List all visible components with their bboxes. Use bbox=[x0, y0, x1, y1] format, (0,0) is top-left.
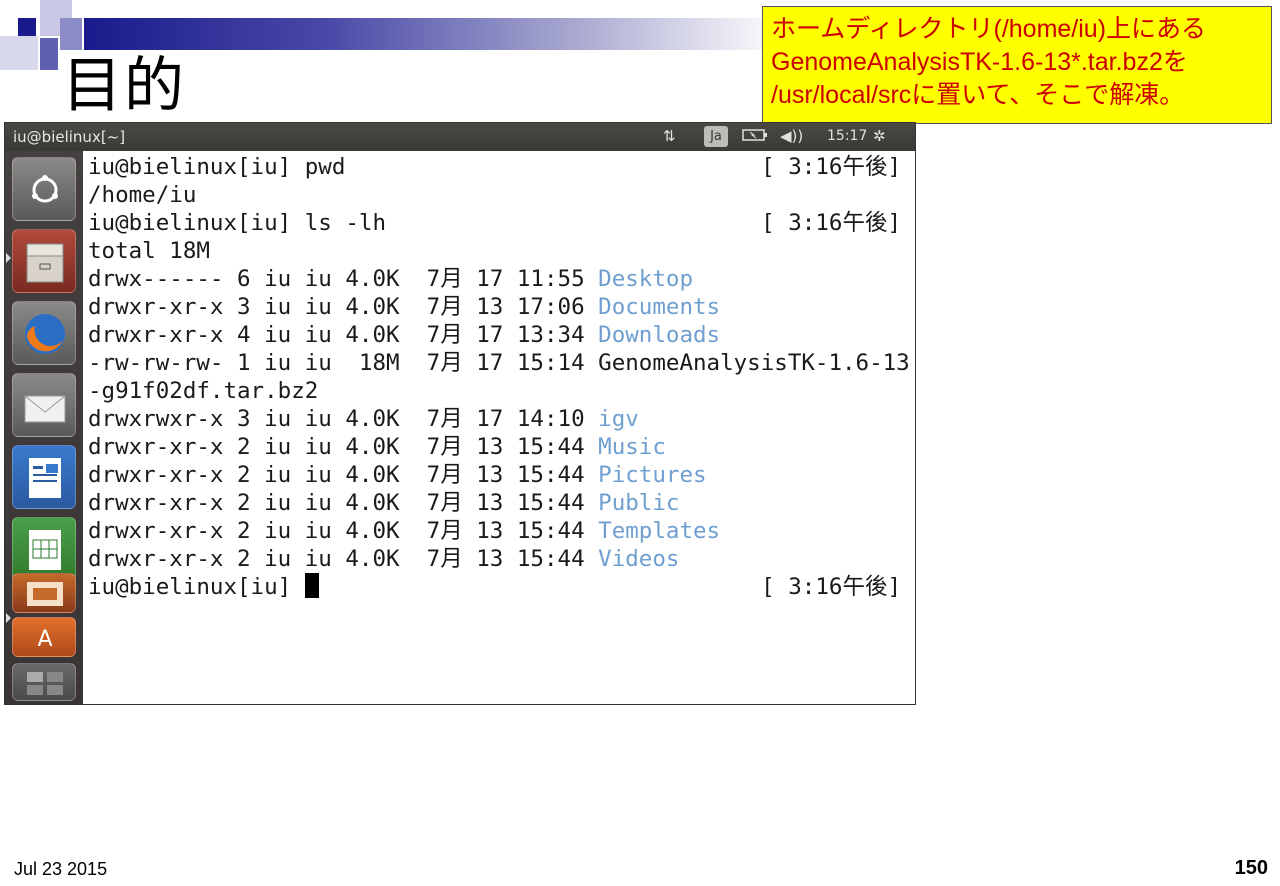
workspace-icon[interactable] bbox=[12, 663, 76, 701]
terminal-output[interactable]: iu@bielinux[iu] pwd [ 3:16午後] /home/iu i… bbox=[85, 153, 915, 703]
header-bar bbox=[84, 18, 784, 50]
directory-name: Desktop bbox=[598, 266, 693, 292]
note-line: GenomeAnalysisTK-1.6-13*.tar.bz2を bbox=[771, 48, 1188, 76]
listing-meta: -rw-rw-rw- 1 iu iu 18M 7月 17 15:14 bbox=[88, 350, 599, 376]
listing-row: drwxrwxr-x 3 iu iu 4.0K 7月 17 14:10 igv bbox=[88, 405, 639, 433]
deco-square-3 bbox=[0, 36, 38, 70]
listing-meta: drwxr-xr-x 2 iu iu 4.0K 7月 13 15:44 bbox=[88, 490, 599, 516]
directory-name: Documents bbox=[598, 294, 721, 320]
deco-square-5 bbox=[60, 18, 82, 50]
listing-meta: drwx------ 6 iu iu 4.0K 7月 17 11:55 bbox=[88, 266, 599, 292]
directory-name: Videos bbox=[598, 546, 680, 572]
timestamp: [ 3:16午後] bbox=[761, 210, 901, 236]
file-name-continued: -g91f02df.tar.bz2 bbox=[88, 378, 319, 404]
note-line: ホームディレクトリ(/home/iu)上にある bbox=[771, 15, 1207, 43]
note-line: /usr/local/srcに置いて、そこで解凍。 bbox=[771, 81, 1185, 109]
slide-title: 目的 bbox=[62, 51, 186, 121]
listing-meta: drwxr-xr-x 2 iu iu 4.0K 7月 13 15:44 bbox=[88, 434, 599, 460]
envelope-icon[interactable] bbox=[12, 373, 76, 437]
file-name: GenomeAnalysisTK-1.6-13 bbox=[598, 350, 910, 376]
directory-name: igv bbox=[598, 406, 639, 432]
window-title: iu@bielinux[~] bbox=[13, 128, 126, 146]
keyboard-layout-indicator[interactable]: Ja bbox=[704, 126, 728, 147]
terminal-window: iu@bielinux[~] ⇅ Ja ◀)) 15:17 ✲ A iu@bie… bbox=[4, 122, 916, 705]
listing-row: drwxr-xr-x 2 iu iu 4.0K 7月 13 15:44 Publ… bbox=[88, 489, 679, 517]
directory-name: Downloads bbox=[598, 322, 721, 348]
ubuntu-logo-icon[interactable] bbox=[12, 157, 76, 221]
spreadsheet-icon[interactable] bbox=[12, 517, 76, 581]
terminal-line: /home/iu bbox=[88, 181, 196, 209]
directory-name: Music bbox=[598, 434, 666, 460]
terminal-line: total 18M bbox=[88, 237, 210, 265]
listing-meta: drwxr-xr-x 3 iu iu 4.0K 7月 13 17:06 bbox=[88, 294, 599, 320]
deco-square-1 bbox=[18, 18, 36, 36]
listing-row: drwxr-xr-x 2 iu iu 4.0K 7月 13 15:44 Musi… bbox=[88, 433, 666, 461]
listing-row: drwxr-xr-x 2 iu iu 4.0K 7月 13 15:44 Vide… bbox=[88, 545, 679, 573]
gear-icon[interactable]: ✲ bbox=[873, 127, 886, 145]
terminal-line: -g91f02df.tar.bz2 bbox=[88, 377, 318, 405]
terminal-line: iu@bielinux[iu] ls -lh bbox=[88, 209, 386, 237]
listing-meta: drwxr-xr-x 4 iu iu 4.0K 7月 17 13:34 bbox=[88, 322, 599, 348]
timestamp: [ 3:16午後] bbox=[761, 154, 901, 180]
directory-name: Public bbox=[598, 490, 680, 516]
timestamp: [ 3:16午後] bbox=[761, 574, 901, 600]
presentation-icon[interactable] bbox=[12, 573, 76, 613]
listing-meta: drwxr-xr-x 2 iu iu 4.0K 7月 13 15:44 bbox=[88, 546, 599, 572]
launcher: A bbox=[5, 151, 83, 704]
listing-row: -rw-rw-rw- 1 iu iu 18M 7月 17 15:14 Genom… bbox=[88, 349, 910, 377]
output-text: /home/iu bbox=[88, 182, 197, 208]
instruction-note: ホームディレクトリ(/home/iu)上にある GenomeAnalysisTK… bbox=[762, 6, 1272, 124]
speaker-icon[interactable]: ◀)) bbox=[780, 127, 803, 145]
active-arrow-icon bbox=[6, 613, 11, 623]
deco-square-4 bbox=[40, 38, 58, 70]
listing-meta: drwxrwxr-x 3 iu iu 4.0K 7月 17 14:10 bbox=[88, 406, 599, 432]
active-arrow-icon bbox=[6, 253, 11, 263]
command-text: iu@bielinux[iu] pwd bbox=[88, 154, 346, 180]
battery-icon[interactable] bbox=[742, 127, 768, 147]
prompt-text: iu@bielinux[iu] bbox=[88, 574, 305, 600]
output-text: total 18M bbox=[88, 238, 210, 264]
firefox-icon[interactable] bbox=[12, 301, 76, 365]
top-panel: iu@bielinux[~] ⇅ Ja ◀)) 15:17 ✲ bbox=[5, 123, 915, 151]
listing-row: drwxr-xr-x 4 iu iu 4.0K 7月 17 13:34 Down… bbox=[88, 321, 720, 349]
svg-text:A: A bbox=[37, 627, 52, 652]
listing-row: drwxr-xr-x 2 iu iu 4.0K 7月 13 15:44 Temp… bbox=[88, 517, 720, 545]
listing-meta: drwxr-xr-x 2 iu iu 4.0K 7月 13 15:44 bbox=[88, 518, 599, 544]
listing-row: drwxr-xr-x 3 iu iu 4.0K 7月 13 17:06 Docu… bbox=[88, 293, 720, 321]
command-text: iu@bielinux[iu] ls -lh bbox=[88, 210, 387, 236]
directory-name: Pictures bbox=[598, 462, 707, 488]
directory-name: Templates bbox=[598, 518, 721, 544]
shopping-bag-icon[interactable]: A bbox=[12, 617, 76, 657]
document-icon[interactable] bbox=[12, 445, 76, 509]
listing-meta: drwxr-xr-x 2 iu iu 4.0K 7月 13 15:44 bbox=[88, 462, 599, 488]
updown-arrows-icon[interactable]: ⇅ bbox=[663, 127, 676, 145]
listing-row: drwxr-xr-x 2 iu iu 4.0K 7月 13 15:44 Pict… bbox=[88, 461, 707, 489]
listing-row: drwx------ 6 iu iu 4.0K 7月 17 11:55 Desk… bbox=[88, 265, 693, 293]
clock[interactable]: 15:17 bbox=[827, 128, 867, 144]
text-cursor bbox=[304, 573, 319, 598]
page-number: 150 bbox=[1234, 857, 1268, 879]
slide-date: Jul 23 2015 bbox=[14, 859, 108, 879]
terminal-line: iu@bielinux[iu] pwd bbox=[88, 153, 345, 181]
prompt-line[interactable]: iu@bielinux[iu] bbox=[88, 573, 319, 601]
file-cabinet-icon[interactable] bbox=[12, 229, 76, 293]
